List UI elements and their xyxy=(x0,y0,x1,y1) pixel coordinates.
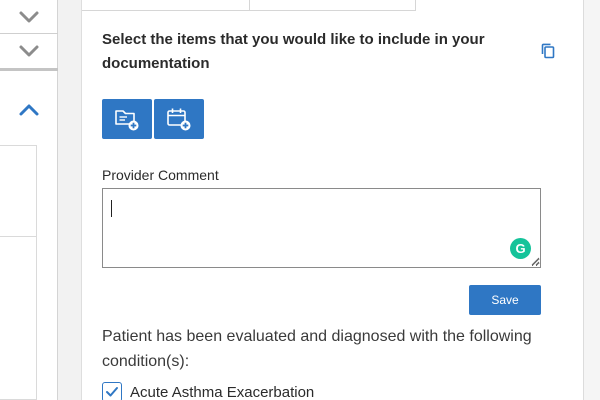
expand-toggle[interactable] xyxy=(0,95,58,125)
copy-icon xyxy=(541,43,555,59)
folder-add-icon xyxy=(115,110,139,131)
condition-item: Acute Asthma Exacerbation xyxy=(102,382,314,400)
tab-2[interactable] xyxy=(250,0,416,11)
section-content-box xyxy=(0,145,37,400)
app-root: Select the items that you would like to … xyxy=(0,0,600,400)
divider xyxy=(0,33,58,34)
documentation-panel: Select the items that you would like to … xyxy=(82,0,584,400)
collapse-toggle-1[interactable] xyxy=(0,2,58,32)
chevron-up-icon xyxy=(19,104,39,116)
add-calendar-button[interactable] xyxy=(154,99,204,139)
chevron-down-icon xyxy=(19,45,39,57)
copy-button[interactable] xyxy=(538,41,558,61)
chevron-down-icon xyxy=(19,11,39,23)
grammarly-icon[interactable]: G xyxy=(510,238,531,259)
divider xyxy=(0,68,58,71)
collapse-toggle-2[interactable] xyxy=(0,36,58,66)
checkmark-icon xyxy=(106,387,118,397)
tab-strip xyxy=(82,0,416,11)
provider-comment-textarea[interactable] xyxy=(102,188,541,268)
provider-comment-label: Provider Comment xyxy=(102,167,219,183)
tab-1[interactable] xyxy=(82,0,250,11)
text-cursor xyxy=(111,200,112,217)
condition-label: Acute Asthma Exacerbation xyxy=(130,383,315,400)
add-folder-button[interactable] xyxy=(102,99,152,139)
left-sidebar xyxy=(0,0,58,400)
save-button[interactable]: Save xyxy=(469,285,541,315)
divider xyxy=(0,236,37,237)
calendar-add-icon xyxy=(167,108,191,131)
condition-checkbox[interactable] xyxy=(102,382,122,400)
column-gutter xyxy=(58,0,82,400)
evaluation-statement: Patient has been evaluated and diagnosed… xyxy=(102,328,532,370)
right-gutter xyxy=(584,0,600,400)
section-heading: Select the items that you would like to … xyxy=(102,31,485,72)
resize-handle-icon[interactable] xyxy=(531,257,540,266)
